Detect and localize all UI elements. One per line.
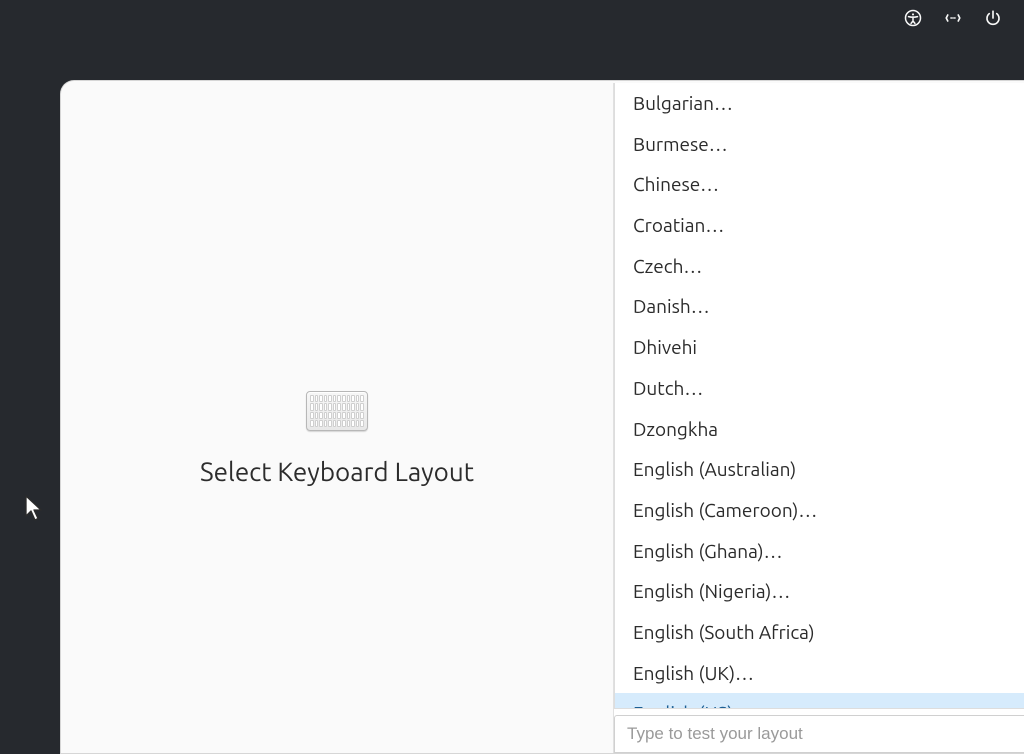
list-item[interactable]: English (UK)…: [615, 653, 1024, 694]
list-item[interactable]: Chinese…: [615, 164, 1024, 205]
list-item[interactable]: Dhivehi: [615, 327, 1024, 368]
list-item[interactable]: Burmese…: [615, 124, 1024, 165]
test-layout-input[interactable]: [614, 715, 1024, 753]
keyboard-layout-list[interactable]: Bulgarian…Burmese…Chinese…Croatian…Czech…: [614, 83, 1024, 709]
list-item[interactable]: English (Ghana)…: [615, 531, 1024, 572]
list-item[interactable]: Danish…: [615, 286, 1024, 327]
setup-window: Select Keyboard Layout Bulgarian…Burmese…: [60, 80, 1024, 754]
right-pane: Bulgarian…Burmese…Chinese…Croatian…Czech…: [613, 83, 1024, 753]
list-item[interactable]: English (US)…: [615, 693, 1024, 709]
list-item[interactable]: Croatian…: [615, 205, 1024, 246]
page-title: Select Keyboard Layout: [200, 457, 474, 486]
power-icon[interactable]: [984, 9, 1002, 27]
left-pane: Select Keyboard Layout: [61, 81, 613, 753]
list-item[interactable]: Dutch…: [615, 368, 1024, 409]
list-item[interactable]: English (Australian): [615, 449, 1024, 490]
list-item[interactable]: English (South Africa): [615, 612, 1024, 653]
list-item[interactable]: Bulgarian…: [615, 83, 1024, 124]
accessibility-icon[interactable]: [904, 9, 922, 27]
list-item[interactable]: Dzongkha: [615, 409, 1024, 450]
list-item[interactable]: Czech…: [615, 246, 1024, 287]
keyboard-icon: [306, 391, 368, 431]
mouse-cursor-icon: [24, 495, 46, 527]
list-item[interactable]: English (Nigeria)…: [615, 571, 1024, 612]
list-item[interactable]: English (Cameroon)…: [615, 490, 1024, 531]
network-activity-icon[interactable]: [944, 9, 962, 27]
